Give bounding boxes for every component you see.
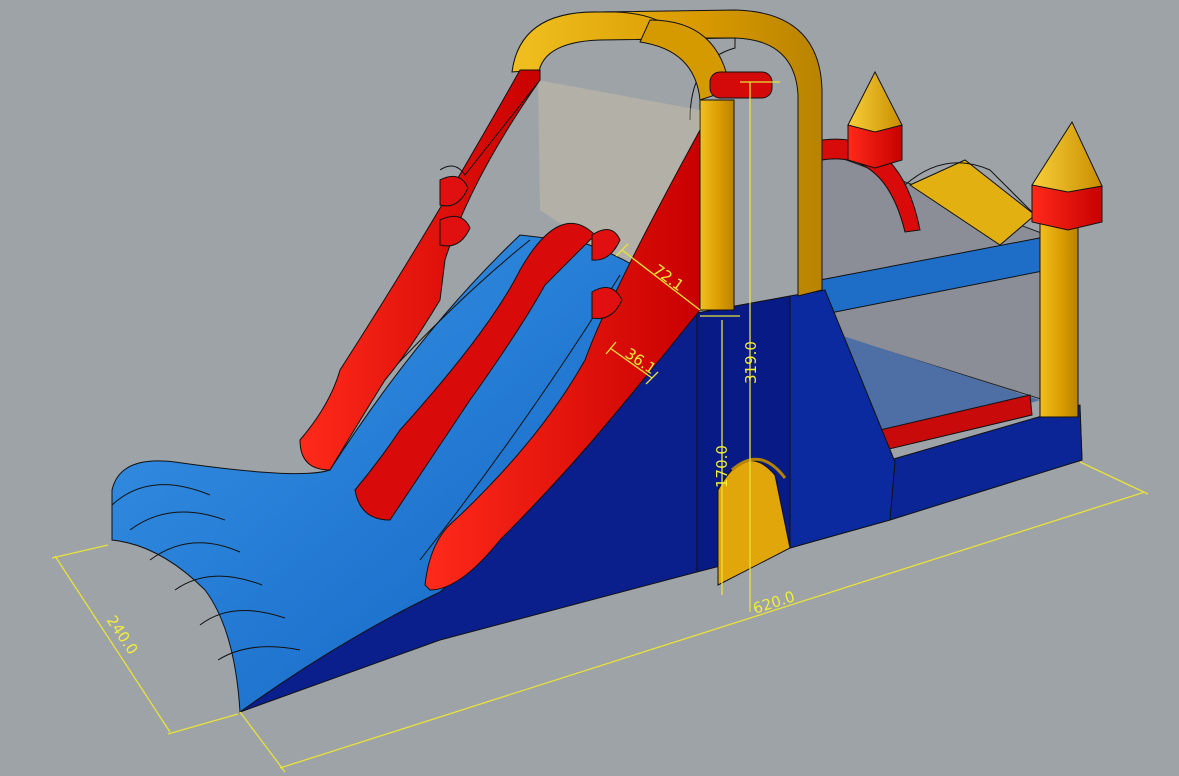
- inflatable-slide-model: 240.0 620.0 319.0 170.0 72.1 36.1: [51, 9, 1149, 773]
- dimension-platform-height-label: 170.0: [713, 445, 731, 488]
- dimension-depth-label: 240.0: [103, 612, 142, 658]
- dimension-length-label: 620.0: [751, 587, 797, 617]
- dimension-total-height-label: 319.0: [742, 341, 760, 384]
